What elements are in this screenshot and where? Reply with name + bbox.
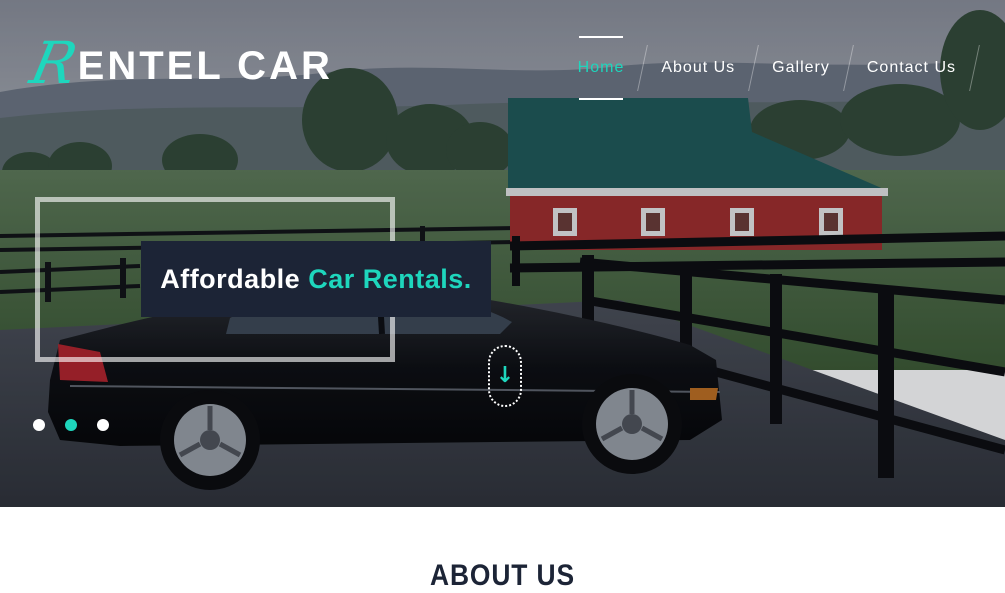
logo-text: ENTEL CAR [77,44,333,88]
about-section: ABOUT US [0,507,1005,593]
slider-dot-3[interactable] [97,419,109,431]
main-nav: Home About Us Gallery Contact Us [560,36,980,100]
slider-dot-2[interactable] [65,419,77,431]
slider-dot-1[interactable] [33,419,45,431]
slider-dots [33,419,129,431]
hero-slider: R ENTEL CAR Home About Us Gallery Contac… [0,0,1005,507]
nav-gallery[interactable]: Gallery [754,36,848,100]
about-title: ABOUT US [430,559,575,592]
hero-caption: Affordable Car Rentals. [141,241,491,317]
nav-contact-us[interactable]: Contact Us [849,36,974,100]
nav-home[interactable]: Home [560,36,643,100]
nav-about-us[interactable]: About Us [643,36,753,100]
site-logo[interactable]: R ENTEL CAR [25,29,333,97]
scroll-down-button[interactable]: ↓ [488,345,522,407]
hero-caption-accent: Car Rentals. [308,263,472,294]
hero-caption-main: Affordable [160,263,309,294]
logo-initial: R [24,29,83,97]
arrow-down-icon: ↓ [495,363,515,388]
hero-caption-text: Affordable Car Rentals. [160,264,472,295]
